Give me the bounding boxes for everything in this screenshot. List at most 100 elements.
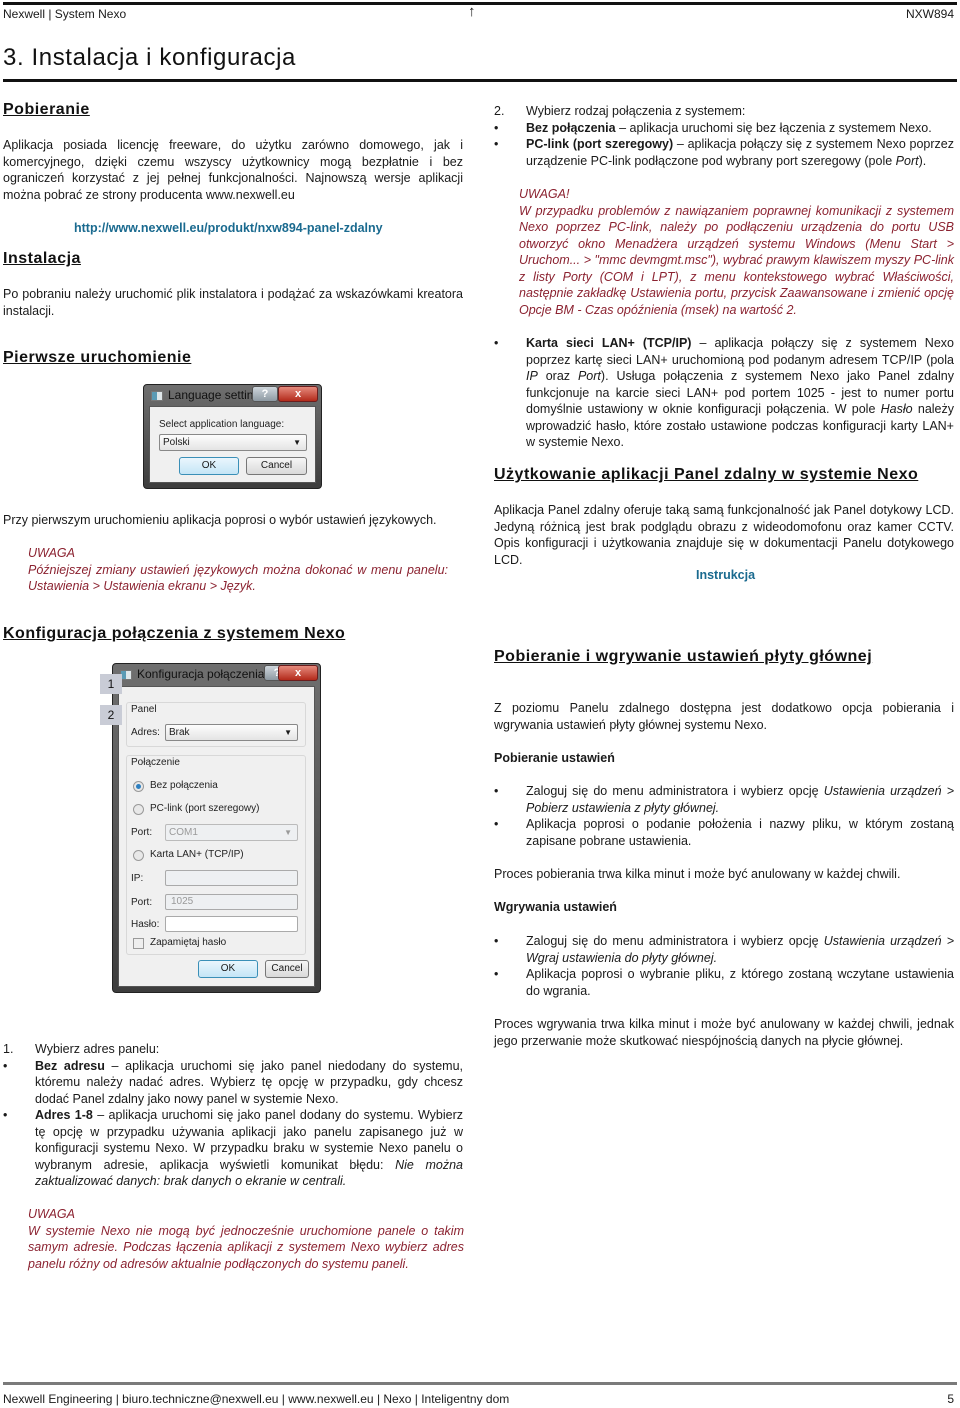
polaczenie-group-label: Połączenie: [131, 757, 180, 768]
product-link[interactable]: http://www.nexwell.eu/produkt/nxw894-pan…: [74, 221, 383, 235]
port2-label: Port:: [131, 897, 153, 908]
list-item: • PC-link (port szeregowy) – aplikacja p…: [494, 137, 955, 168]
note-address: UWAGA W systemie Nexo nie mogą być jedno…: [28, 1206, 464, 1272]
bullet: •: [494, 817, 499, 831]
page-number: 5: [947, 1392, 954, 1406]
bullet: •: [3, 1058, 8, 1073]
note-title: UWAGA: [28, 1207, 75, 1221]
port-value: COM1: [169, 827, 198, 838]
chevron-down-icon: ▼: [293, 438, 301, 447]
footer-rule: [3, 1382, 957, 1385]
heading-plyta: Pobieranie i wgrywanie ustawień płyty gł…: [494, 648, 873, 665]
heading-pierwsze-uruchomienie: Pierwsze uruchomienie: [3, 349, 192, 366]
instrukcja-link[interactable]: Instrukcja: [696, 568, 755, 582]
language-select[interactable]: Polski ▼: [159, 434, 307, 451]
pobieranie-text: Aplikacja posiada licencję freeware, do …: [3, 138, 463, 202]
close-button[interactable]: x: [278, 386, 318, 402]
callout-2: 2: [100, 705, 122, 725]
bullet: •: [494, 967, 499, 981]
header-product-code: NXW894: [905, 7, 954, 21]
step-number: 1.: [3, 1042, 14, 1056]
ok-button[interactable]: OK: [198, 960, 258, 978]
remember-password-checkbox[interactable]: [133, 938, 144, 949]
dialog-body: Panel Adres: Brak ▼ Połączenie Bez połąc…: [118, 686, 315, 987]
adres-label: Adres:: [131, 727, 160, 738]
chevron-down-icon: ▼: [284, 828, 292, 837]
password-input[interactable]: [165, 916, 298, 932]
port-label: Port:: [131, 827, 153, 838]
list-item: • Bez adresu – aplikacja uruchomi się ja…: [3, 1058, 463, 1106]
ok-button[interactable]: OK: [179, 457, 239, 475]
step2-lead: 2. Wybierz rodzaj połączenia z systemem:: [494, 104, 746, 118]
ip-label: IP:: [131, 873, 144, 884]
dialog-title: Konfiguracja połączenia: [137, 667, 265, 681]
callout-1: 1: [100, 674, 122, 694]
list-item: • Zaloguj się do menu administratora i w…: [494, 934, 954, 965]
chevron-down-icon: ▼: [284, 728, 292, 737]
bullet: •: [494, 336, 499, 350]
plyta-intro: Z poziomu Panelu zdalnego dostępna jest …: [494, 701, 954, 732]
tcp-port-input[interactable]: 1025: [165, 894, 298, 910]
cancel-button[interactable]: Cancel: [265, 960, 309, 978]
wgrywanie-ustawien-heading: Wgrywania ustawień: [494, 900, 617, 914]
page-title: 3. Instalacja i konfiguracja: [3, 44, 296, 71]
window-app-icon: [151, 391, 163, 401]
pobieranie-ustawien-heading: Pobieranie ustawień: [494, 751, 615, 765]
pobieranie-list: • Zaloguj się do menu administratora i w…: [494, 783, 954, 849]
title-rule: [3, 79, 957, 82]
bullet: •: [494, 784, 499, 798]
radio-bez-polaczenia-label: Bez połączenia: [150, 780, 218, 791]
language-settings-dialog: Language settings ? x Select application…: [143, 384, 322, 489]
note-text: W przypadku problemów z nawiązaniem popr…: [519, 203, 954, 317]
uzytkowanie-text: Aplikacja Panel zdalny oferuje taką samą…: [494, 503, 954, 567]
instalacja-text: Po pobraniu należy uruchomić plik instal…: [3, 287, 463, 318]
adres-select[interactable]: Brak ▼: [165, 724, 298, 741]
port-select[interactable]: COM1 ▼: [165, 824, 298, 841]
list-item: • Karta sieci LAN+ (TCP/IP) – aplikacja …: [494, 336, 955, 449]
arrow-up-icon[interactable]: ↑: [468, 3, 476, 20]
lan-list: • Karta sieci LAN+ (TCP/IP) – aplikacja …: [494, 335, 954, 451]
close-button[interactable]: x: [278, 665, 318, 681]
panel-group-label: Panel: [131, 704, 157, 715]
radio-bez-polaczenia[interactable]: [133, 781, 144, 792]
help-button[interactable]: ?: [252, 386, 278, 402]
wgrywanie-footer: Proces wgrywania trwa kilka minut i może…: [494, 1017, 954, 1048]
radio-lan[interactable]: [133, 850, 144, 861]
language-selected-value: Polski: [163, 437, 190, 448]
note-pclink: UWAGA! W przypadku problemów z nawiązani…: [519, 186, 954, 318]
heading-uzytkowanie: Użytkowanie aplikacji Panel zdalny w sys…: [494, 466, 919, 483]
dialog-body: Select application language: Polski ▼ OK…: [149, 406, 316, 483]
select-language-label: Select application language:: [159, 419, 285, 430]
bullet: •: [494, 120, 499, 135]
list-item: • Aplikacja poprosi o podanie położenia …: [494, 817, 954, 848]
list-item: • Aplikacja poprosi o wybranie pliku, z …: [494, 967, 954, 998]
note-language: UWAGA Późniejszej zmiany ustawień języko…: [28, 545, 448, 595]
note-text: Późniejszej zmiany ustawień językowych m…: [28, 562, 448, 594]
list-item: • Bez połączenia – aplikacja uruchomi si…: [494, 120, 932, 135]
bullet: •: [3, 1108, 8, 1122]
bullet: •: [494, 137, 499, 151]
step-number: 2.: [494, 104, 505, 118]
note-title: UWAGA: [28, 546, 75, 560]
header-breadcrumb: Nexwell | System Nexo: [3, 7, 127, 21]
haslo-label: Hasło:: [131, 919, 160, 930]
ip-input[interactable]: [165, 870, 298, 886]
bullet: •: [494, 934, 499, 948]
radio-pc-link[interactable]: [133, 804, 144, 815]
list-item: • Adres 1-8 – aplikacja uruchomi się jak…: [3, 1108, 463, 1188]
pierwsze-text: Przy pierwszym uruchomieniu aplikacja po…: [3, 513, 437, 527]
footer-contact: Nexwell Engineering | biuro.techniczne@n…: [3, 1392, 510, 1406]
cancel-button[interactable]: Cancel: [246, 457, 307, 475]
heading-instalacja: Instalacja: [3, 250, 81, 267]
pobieranie-footer: Proces pobierania trwa kilka minut i moż…: [494, 867, 901, 881]
note-text: W systemie Nexo nie mogą być jednocześni…: [28, 1223, 464, 1271]
radio-pc-link-label: PC-link (port szeregowy): [150, 803, 260, 814]
remember-password-label: Zapamiętaj hasło: [150, 937, 227, 948]
header-rule: [3, 2, 957, 5]
list-item: • Zaloguj się do menu administratora i w…: [494, 784, 954, 815]
radio-lan-label: Karta LAN+ (TCP/IP): [150, 849, 244, 860]
connection-config-dialog: Konfiguracja połączenia ? x Panel Adres:…: [112, 663, 321, 993]
step1-list: 1. Wybierz adres panelu: • Bez adresu – …: [3, 1041, 463, 1190]
step2-list: 2. Wybierz rodzaj połączenia z systemem:…: [494, 103, 954, 169]
step1-lead: 1. Wybierz adres panelu:: [3, 1042, 160, 1056]
